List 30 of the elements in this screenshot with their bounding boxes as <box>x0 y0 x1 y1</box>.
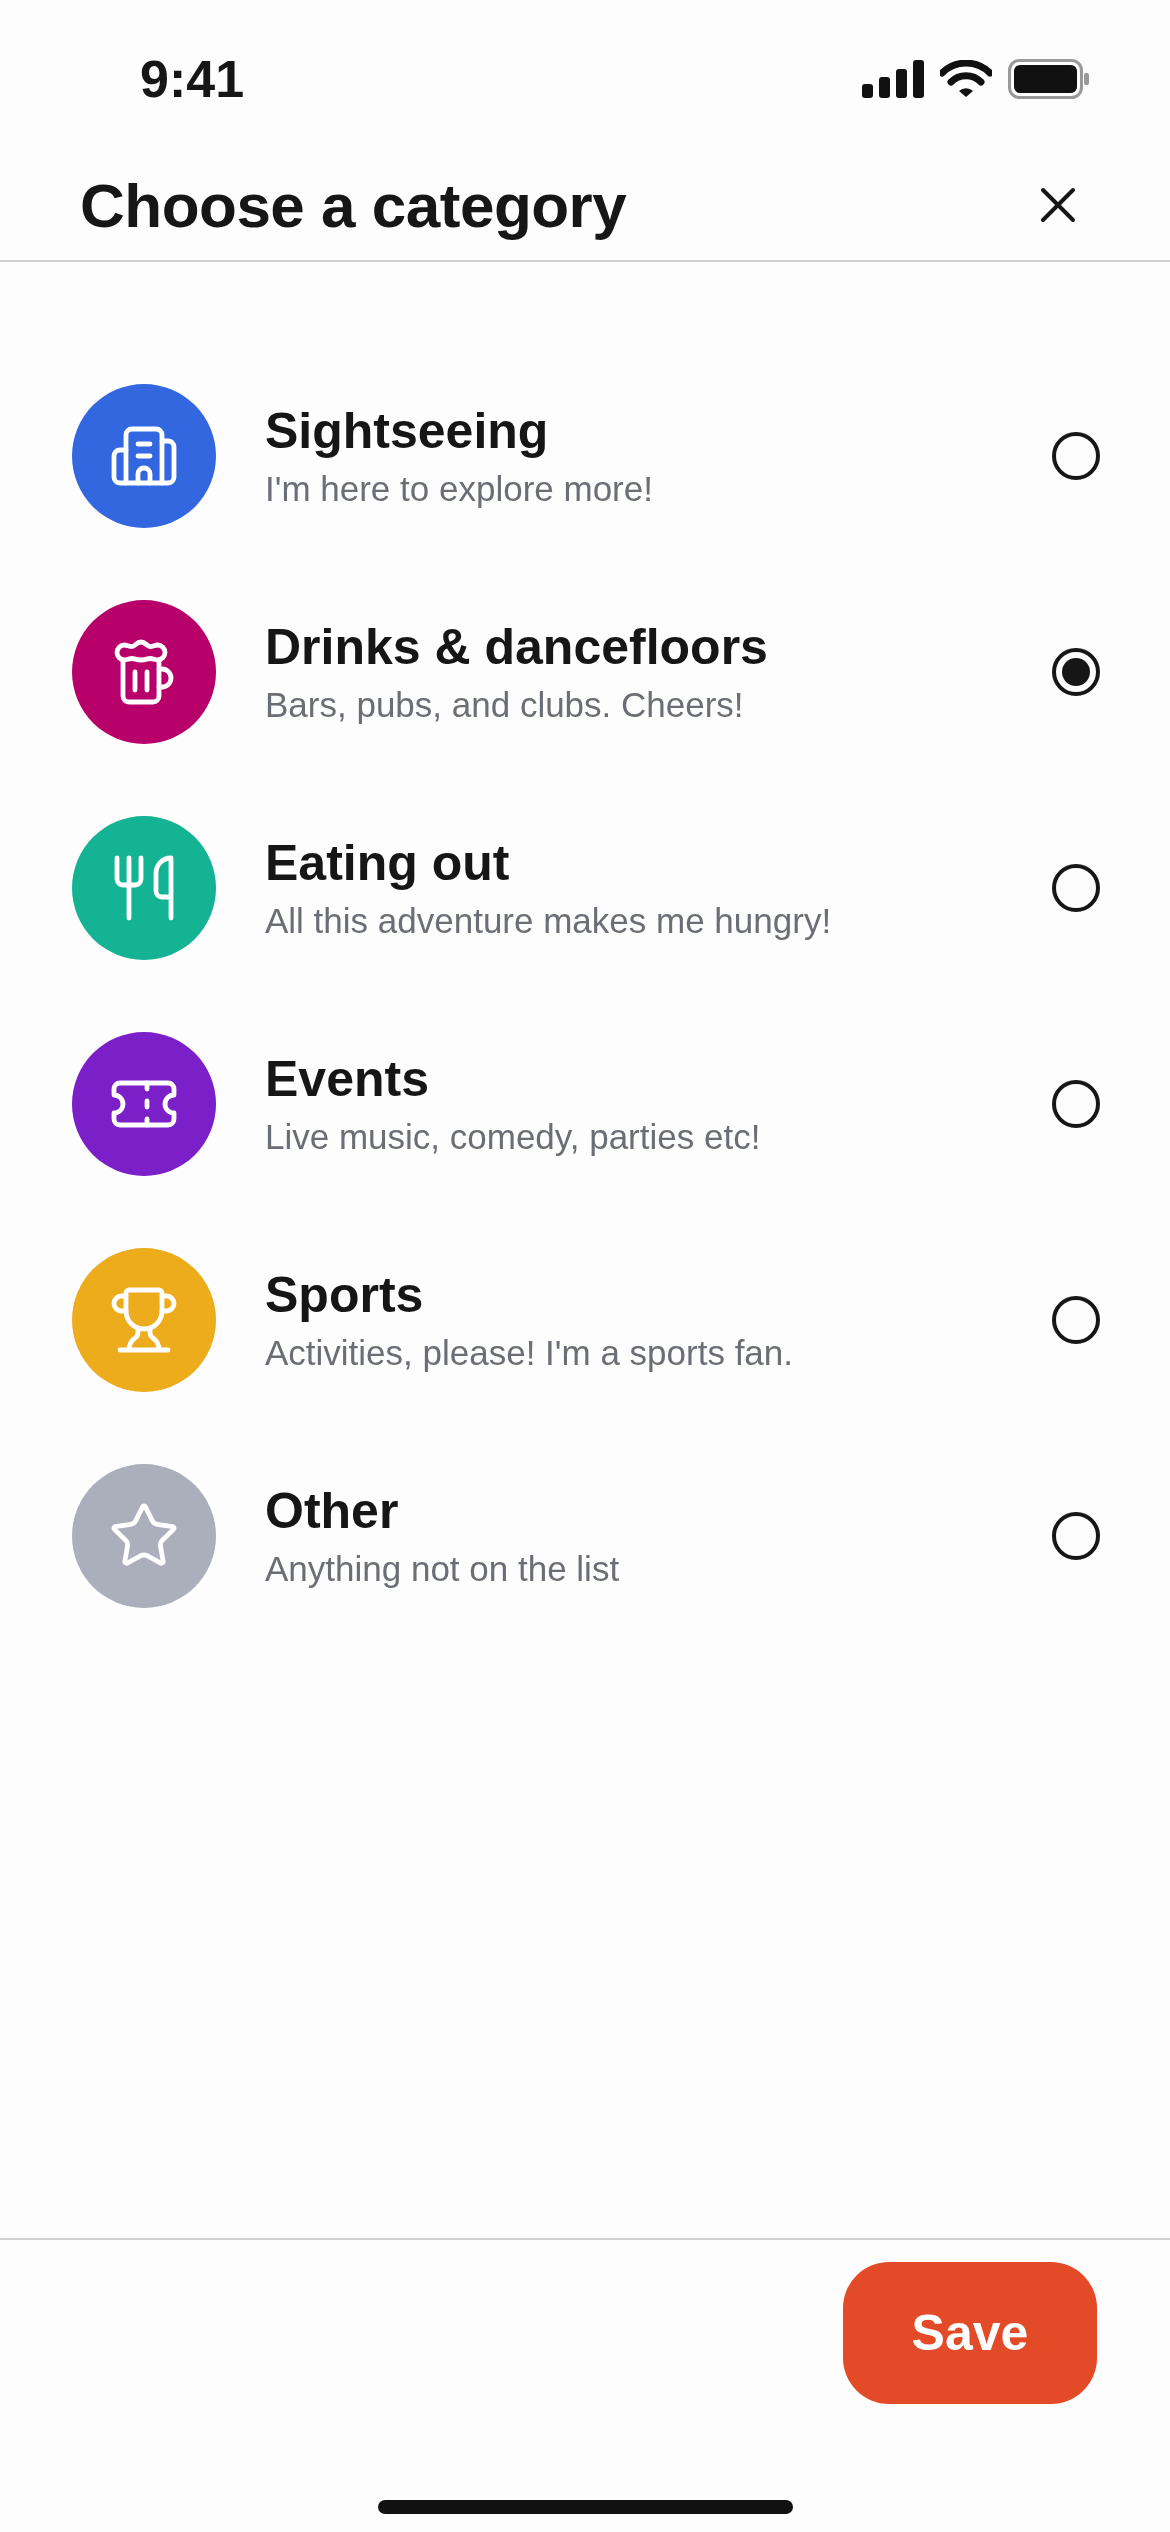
category-description: Anything not on the list <box>265 1548 621 1590</box>
category-row[interactable]: Eating out All this adventure makes me hungry! <box>0 780 1170 996</box>
category-title: Eating out <box>265 834 511 893</box>
category-description: Bars, pubs, and clubs. Cheers! <box>265 684 745 726</box>
category-description: I'm here to explore more! <box>265 468 654 510</box>
category-description: Live music, comedy, parties etc! <box>265 1116 762 1158</box>
category-title: Events <box>265 1050 430 1109</box>
category-row[interactable]: Events Live music, comedy, parties etc! <box>0 996 1170 1212</box>
category-row[interactable]: Drinks & dancefloors Bars, pubs, and clubs. Cheers! <box>0 564 1170 780</box>
category-title: Drinks & dancefloors <box>265 618 769 677</box>
category-row[interactable]: Sports Activities, please! I'm a sports fan. <box>0 1212 1170 1428</box>
category-description: All this adventure makes me hungry! <box>265 900 833 942</box>
radio-button[interactable] <box>1052 1080 1100 1128</box>
category-row[interactable]: Sightseeing I'm here to explore more! <box>0 348 1170 564</box>
wifi-icon <box>940 60 992 98</box>
category-title: Sightseeing <box>265 402 550 461</box>
radio-button[interactable] <box>1052 1296 1100 1344</box>
radio-button[interactable] <box>1052 432 1100 480</box>
radio-button[interactable] <box>1052 648 1100 696</box>
radio-button[interactable] <box>1052 864 1100 912</box>
category-description: Activities, please! I'm a sports fan. <box>265 1332 794 1374</box>
battery-icon <box>1008 59 1090 99</box>
signal-icon <box>862 60 924 98</box>
category-row[interactable]: Other Anything not on the list <box>0 1428 1170 1644</box>
save-button[interactable]: Save <box>843 2262 1097 2404</box>
page-title: Choose a category <box>80 169 627 242</box>
category-title: Sports <box>265 1266 425 1325</box>
status-time: 9:41 <box>140 49 245 110</box>
radio-button[interactable] <box>1052 1512 1100 1560</box>
category-title: Other <box>265 1482 400 1541</box>
